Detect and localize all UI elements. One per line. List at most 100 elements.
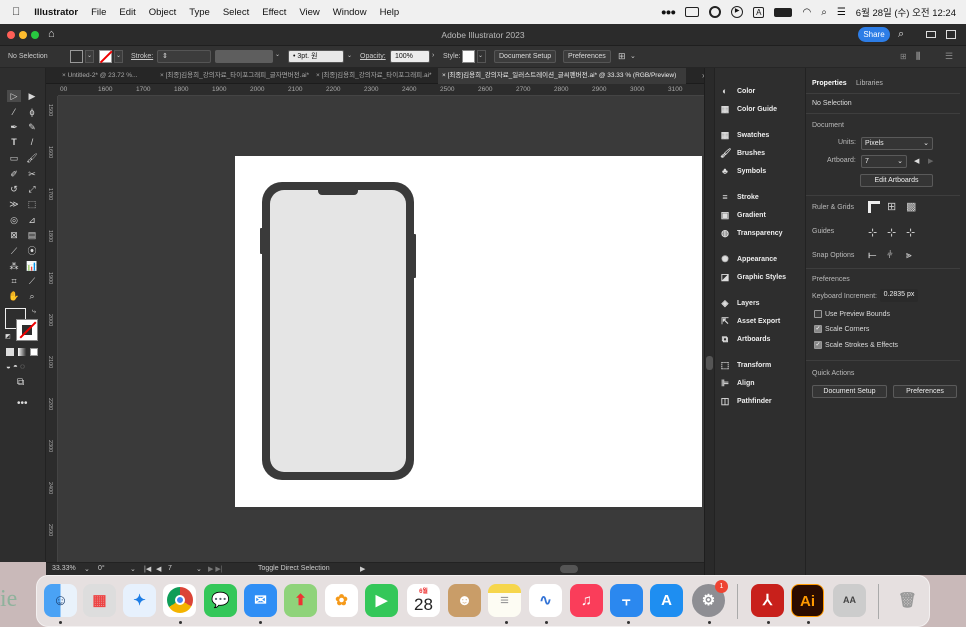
notes-icon[interactable]: ≡ [488, 584, 521, 617]
font-book-icon[interactable]: AA [833, 584, 866, 617]
gradient-mode-icon[interactable] [18, 348, 26, 356]
color-mode-icon[interactable] [6, 348, 14, 356]
lock-guides-icon[interactable]: ⊹ [887, 226, 896, 239]
shaper-tool-icon[interactable]: ✐ [7, 168, 21, 180]
style-dropdown[interactable]: ⌄ [477, 50, 486, 63]
zoom-level[interactable]: 33.33% [52, 565, 76, 572]
vertical-scrollbar[interactable] [706, 356, 713, 370]
stroke-label[interactable]: Stroke: [131, 53, 153, 60]
rectangle-tool-icon[interactable]: ▭ [7, 152, 21, 164]
free-transform-tool-icon[interactable]: ⬚ [25, 198, 39, 210]
snap-point-icon[interactable]: ⟝ [868, 250, 876, 261]
rotation-value[interactable]: 0° [98, 565, 105, 572]
align-icon[interactable]: ⫼ [916, 51, 920, 62]
arrange-icon[interactable]: ⊞ [900, 52, 907, 61]
facetime-icon[interactable]: ▶ [365, 584, 398, 617]
horizontal-ruler[interactable]: 00 1600 1700 1800 1900 2000 2100 2200 2300 2400 25… [58, 84, 704, 96]
eyedropper-tool-icon[interactable]: ⟋ [7, 245, 21, 257]
snap-pixel-icon[interactable]: ⫸ [906, 250, 912, 261]
apple-icon[interactable]:  [12, 6, 20, 18]
eraser-tool-icon[interactable]: ✂ [25, 168, 39, 180]
trash-icon[interactable]: 🗑 [891, 584, 924, 617]
rotation-dropdown-icon[interactable]: ⌄ [130, 565, 136, 573]
perspective-grid-tool-icon[interactable]: ⊿ [25, 214, 39, 226]
line-tool-icon[interactable]: / [25, 136, 39, 148]
menu-app-illustrator[interactable]: Illustrator [34, 7, 78, 18]
panel-symbols[interactable]: ♣ Symbols [720, 164, 766, 178]
shape-builder-tool-icon[interactable]: ◎ [7, 214, 21, 226]
use-preview-bounds-checkbox[interactable]: Use Preview Bounds [814, 310, 890, 318]
menu-view[interactable]: View [299, 7, 319, 18]
panel-align[interactable]: ⊫ Align [720, 376, 754, 390]
show-guides-icon[interactable]: ⊹ [868, 226, 877, 239]
scale-corners-checkbox[interactable]: ✓ Scale Corners [814, 325, 869, 333]
menu-chevron-icon[interactable]: ⌄ [630, 52, 636, 60]
edit-toolbar-icon[interactable]: ••• [17, 398, 28, 409]
acrobat-icon[interactable]: ⅄ [751, 584, 784, 617]
phone-illustration[interactable] [258, 180, 418, 484]
input-source-icon[interactable]: A [753, 6, 765, 18]
menu-object[interactable]: Object [149, 7, 176, 18]
tab-libraries[interactable]: Libraries [856, 80, 883, 87]
artboard-tool-icon[interactable]: ⌗ [7, 275, 21, 287]
panel-appearance[interactable]: ✺ Appearance [720, 252, 777, 266]
blend-tool-icon[interactable]: ⦿ [25, 245, 39, 257]
curvature-tool-icon[interactable]: ✎ [25, 121, 39, 133]
tab-illustration-active[interactable]: × [최종]김용희_강의자료_일러스트레이션_글씨펜버전.ai* @ 33.33… [438, 68, 686, 84]
style-swatch[interactable] [462, 50, 475, 63]
magic-wand-tool-icon[interactable]: ⁄ [7, 106, 21, 118]
messages-icon[interactable]: 💬 [204, 584, 237, 617]
mesh-tool-icon[interactable]: ⊠ [7, 229, 21, 241]
opacity-label[interactable]: Opacity: [360, 53, 386, 60]
rotate-tool-icon[interactable]: ↺ [7, 183, 21, 195]
type-tool-icon[interactable]: T [7, 136, 21, 148]
transparency-grid-icon[interactable]: ▩ [906, 200, 916, 213]
none-mode-icon[interactable] [30, 348, 38, 356]
app-store-icon[interactable]: A [650, 584, 683, 617]
stroke-dropdown[interactable]: ⌄ [114, 50, 123, 63]
spotlight-icon[interactable]: ⌕ [821, 7, 827, 18]
paintbrush-tool-icon[interactable]: 🖌 [25, 152, 39, 164]
status-menu-icon[interactable]: ▶ [360, 565, 365, 573]
next-artboard-icon[interactable]: ▶ [928, 157, 933, 165]
artboard-dropdown-icon[interactable]: ⌄ [196, 565, 202, 573]
quick-document-setup-button[interactable]: Document Setup [812, 385, 887, 398]
previous-artboard-icon[interactable]: ◀ [156, 565, 161, 573]
panel-collapse-strip[interactable] [704, 68, 714, 575]
battery-icon[interactable] [774, 7, 793, 17]
snap-grid-icon[interactable]: ⫩ [887, 250, 893, 261]
menu-help[interactable]: Help [380, 7, 400, 18]
fill-swatch[interactable] [70, 50, 83, 63]
panel-transparency[interactable]: ◍ Transparency [720, 226, 782, 240]
creative-cloud-icon[interactable] [709, 6, 722, 18]
finder-icon[interactable]: ☺ [44, 584, 77, 617]
width-tool-icon[interactable]: ≫ [7, 198, 21, 210]
fill-dropdown[interactable]: ⌄ [85, 50, 94, 63]
panel-color[interactable]: ◐ Color [720, 84, 755, 98]
photos-icon[interactable]: ✿ [325, 584, 358, 617]
smart-guides-icon[interactable]: ⊹ [906, 226, 915, 239]
scale-tool-icon[interactable]: ⤢ [25, 183, 39, 195]
share-button[interactable]: Share [858, 27, 890, 42]
menu-window[interactable]: Window [333, 7, 367, 18]
more-icon[interactable]: ●●● [661, 7, 676, 18]
panel-asset-export[interactable]: ⇱ Asset Export [720, 314, 780, 328]
launchpad-icon[interactable]: ▦ [83, 584, 116, 617]
tab-untitled-2[interactable]: × Untitled-2* @ 23.72 %... [58, 68, 154, 84]
display-icon[interactable] [685, 7, 700, 17]
ruler-toggle-icon[interactable] [868, 201, 880, 213]
menu-type[interactable]: Type [189, 7, 210, 18]
previous-artboard-icon[interactable]: ◀ [914, 157, 919, 165]
play-icon[interactable]: ▶ [731, 6, 744, 18]
chrome-icon[interactable] [163, 584, 196, 617]
workspace-icon[interactable] [946, 30, 956, 39]
horizontal-scrollbar[interactable] [560, 565, 578, 573]
panel-color-guide[interactable]: ▦ Color Guide [720, 102, 777, 116]
keyboard-increment-field[interactable]: 0.2835 px [880, 289, 918, 302]
calendar-icon[interactable]: 6월 28 [407, 584, 440, 617]
control-center-icon[interactable]: ☰ [837, 7, 846, 18]
brush-chevron-icon[interactable]: ⌄ [347, 52, 352, 59]
menu-file[interactable]: File [91, 7, 106, 18]
mail-icon[interactable]: ✉ [244, 584, 277, 617]
slice-tool-icon[interactable]: ⟋ [25, 275, 39, 287]
